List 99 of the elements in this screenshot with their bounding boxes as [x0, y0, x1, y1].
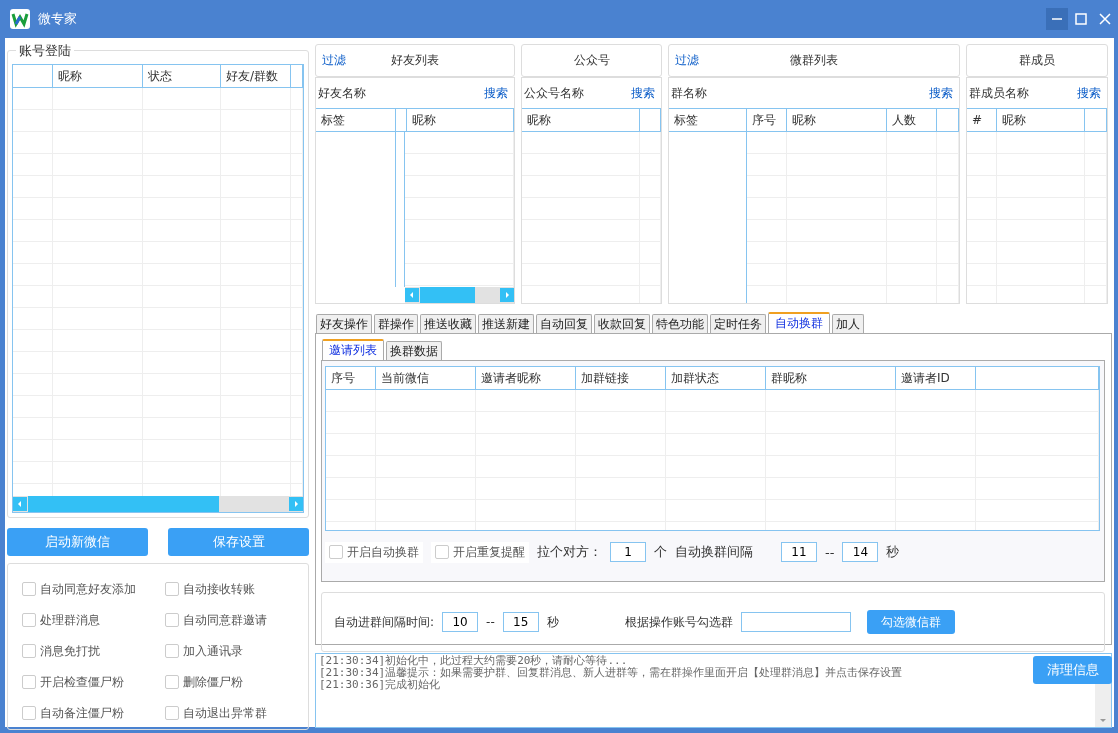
checkbox[interactable]	[165, 582, 179, 596]
tab[interactable]: 特色功能	[652, 314, 708, 333]
panel-title: 好友列表	[390, 52, 440, 69]
number-field[interactable]: 10	[442, 612, 479, 632]
search-link[interactable]: 搜索	[1077, 84, 1101, 102]
checkbox-label: 自动退出异常群	[183, 704, 267, 722]
tab[interactable]: 邀请列表	[322, 339, 384, 360]
column-header[interactable]: 加群链接	[576, 367, 666, 389]
window-title: 微专家	[38, 10, 78, 28]
horizontal-scrollbar[interactable]	[13, 496, 303, 512]
panel-title: 微群列表	[789, 52, 839, 69]
tab[interactable]: 加人	[832, 314, 864, 333]
tab[interactable]: 自动换群	[768, 312, 830, 333]
checkbox[interactable]	[329, 545, 343, 559]
column-header[interactable]: 昵称	[787, 109, 887, 131]
search-label: 群成员名称	[969, 84, 1029, 102]
checkbox-label: 开启自动换群	[347, 543, 419, 561]
tab[interactable]: 推送收藏	[420, 314, 476, 333]
search-link[interactable]: 搜索	[484, 84, 508, 102]
unit-label: 秒	[886, 543, 900, 561]
scroll-left-icon[interactable]	[13, 497, 27, 511]
field-label: 自动进群间隔时间:	[334, 613, 435, 631]
scrollbar-thumb[interactable]	[28, 496, 220, 512]
logo-icon	[10, 9, 30, 29]
scroll-left-icon[interactable]	[405, 288, 419, 302]
checkbox-label: 处理群消息	[40, 611, 100, 629]
search-label: 公众号名称	[524, 84, 584, 102]
scroll-right-icon[interactable]	[289, 497, 303, 511]
tab[interactable]: 推送新建	[478, 314, 534, 333]
filter-link[interactable]: 过滤	[322, 52, 346, 69]
checkbox[interactable]	[165, 613, 179, 627]
column-header[interactable]: 当前微信	[376, 367, 476, 389]
checkbox-label: 自动同意好友添加	[40, 580, 136, 598]
column-header[interactable]: #	[967, 109, 997, 131]
range-separator: --	[825, 544, 835, 560]
horizontal-scrollbar[interactable]	[405, 287, 514, 303]
panel-title: 公众号	[572, 52, 611, 69]
checkbox[interactable]	[22, 706, 36, 720]
search-link[interactable]: 搜索	[631, 84, 655, 102]
checkbox[interactable]	[22, 644, 36, 658]
number-field[interactable]: 1	[610, 542, 646, 562]
field-label: 根据操作账号勾选群	[624, 613, 733, 631]
checkbox-label: 加入通讯录	[183, 642, 243, 660]
column-header[interactable]: 标签	[316, 109, 396, 131]
number-field[interactable]: 14	[842, 542, 879, 562]
unit-label: 秒	[546, 613, 559, 631]
field-label: 拉个对方：	[537, 543, 602, 561]
checkbox[interactable]	[22, 582, 36, 596]
checkbox[interactable]	[435, 545, 449, 559]
log-line: [21:30:34]初始化中，此过程大约需要20秒，请耐心等待...	[319, 655, 628, 667]
checkbox-label: 开启检查僵尸粉	[40, 673, 124, 691]
panel-title: 群成员	[1018, 52, 1056, 69]
log-line: [21:30:36]完成初始化	[319, 679, 441, 691]
column-header[interactable]: 好友/群数	[221, 65, 291, 87]
column-header[interactable]: 昵称	[407, 109, 514, 131]
checkbox-label: 开启重复提醒	[453, 543, 525, 561]
tab[interactable]: 自动回复	[536, 314, 592, 333]
log-line: [21:30:34]温馨提示：如果需要护群、回复群消息、新人进群等，需在群操作里面开启【处理群消息】并点击保存设置	[319, 667, 903, 679]
column-header[interactable]: 昵称	[522, 109, 640, 131]
filter-link[interactable]: 过滤	[675, 52, 699, 69]
checkbox-label: 消息免打扰	[40, 642, 100, 660]
column-header[interactable]: 邀请者昵称	[476, 367, 576, 389]
checkbox-label: 自动备注僵尸粉	[40, 704, 124, 722]
checkbox-label: 自动接收转账	[183, 580, 255, 598]
search-label: 好友名称	[318, 84, 366, 102]
unit-label: 个	[654, 543, 667, 561]
checkbox-label: 删除僵尸粉	[183, 673, 243, 691]
column-header[interactable]: 昵称	[997, 109, 1085, 131]
number-field[interactable]: 15	[502, 612, 539, 632]
group-title: 账号登陆	[16, 42, 74, 60]
column-header[interactable]: 人数	[887, 109, 937, 131]
scrollbar-thumb[interactable]	[420, 287, 475, 303]
field-label: 自动换群间隔	[675, 543, 753, 561]
scroll-right-icon[interactable]	[500, 288, 514, 302]
tab[interactable]: 群操作	[374, 314, 418, 333]
column-header[interactable]: 状态	[143, 65, 221, 87]
column-header[interactable]: 标签	[669, 109, 747, 131]
column-header[interactable]: 加群状态	[666, 367, 766, 389]
tab[interactable]: 收款回复	[594, 314, 650, 333]
checkbox[interactable]	[165, 706, 179, 720]
checkbox[interactable]	[165, 675, 179, 689]
tab[interactable]: 定时任务	[710, 314, 766, 333]
text-field[interactable]	[740, 612, 851, 632]
search-link[interactable]: 搜索	[929, 84, 953, 102]
column-header[interactable]: 群昵称	[766, 367, 896, 389]
search-label: 群名称	[671, 84, 707, 102]
column-header[interactable]: 序号	[326, 367, 376, 389]
number-field[interactable]: 11	[781, 542, 817, 562]
checkbox[interactable]	[22, 613, 36, 627]
minimize-icon[interactable]	[1046, 8, 1068, 30]
column-header[interactable]: 邀请者ID	[896, 367, 976, 389]
checkbox[interactable]	[22, 675, 36, 689]
column-header[interactable]: 序号	[747, 109, 787, 131]
range-separator: --	[486, 615, 495, 629]
tab[interactable]: 好友操作	[316, 314, 372, 333]
checkbox[interactable]	[165, 644, 179, 658]
tab[interactable]: 换群数据	[386, 341, 442, 360]
column-header[interactable]: 昵称	[53, 65, 143, 87]
checkbox-label: 自动同意群邀请	[183, 611, 267, 629]
